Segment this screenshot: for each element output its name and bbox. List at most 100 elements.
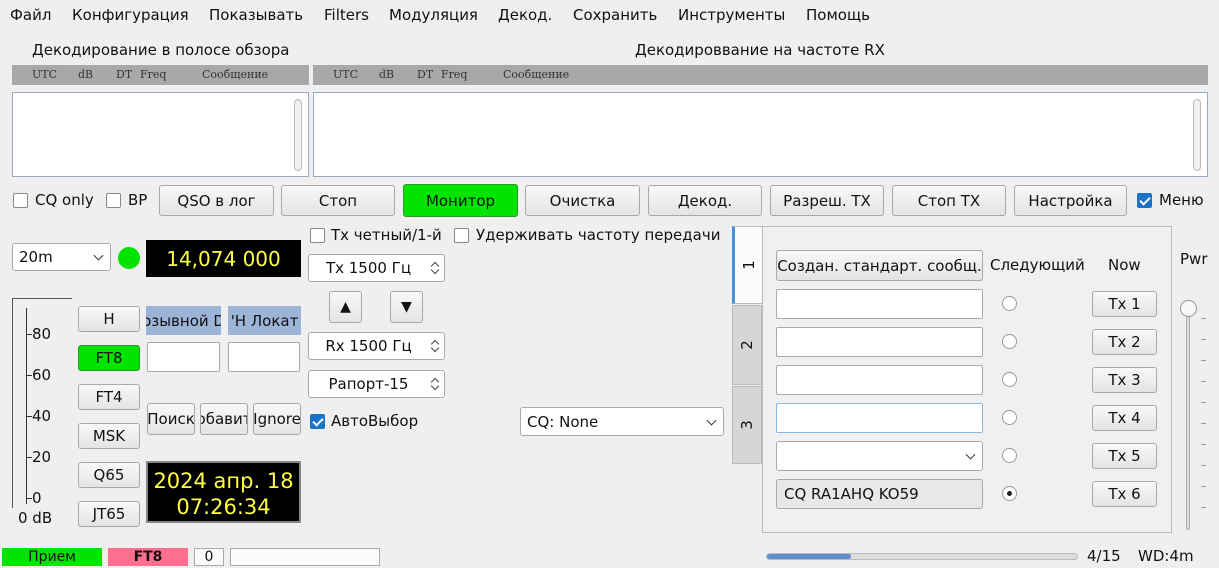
hold-tx-freq-checkbox[interactable] — [454, 228, 469, 243]
cq-select[interactable]: CQ: None — [520, 407, 724, 436]
status-message — [230, 548, 380, 566]
band-header: UTC dB DT Freq Сообщение — [12, 65, 309, 85]
mode-h-button[interactable]: H — [78, 306, 140, 332]
menu-config[interactable]: Конфигурация — [72, 6, 189, 24]
rx-frequency-title: Декодироввание на частоте RX — [635, 41, 885, 59]
col-dt: DT — [116, 68, 133, 81]
tx1-next-radio[interactable] — [1002, 296, 1017, 311]
menu-view[interactable]: Показывать — [209, 6, 303, 24]
rx-to-tx-down-button[interactable]: ▼ — [390, 291, 423, 323]
tx-freq-spinbox[interactable]: Tx 1500 Гц — [308, 254, 445, 282]
power-slider-track[interactable] — [1186, 305, 1190, 530]
dx-grid-input[interactable] — [228, 342, 300, 372]
tx-to-rx-up-button[interactable]: ▲ — [329, 291, 362, 323]
clock-date: 2024 апр. 18 — [153, 469, 294, 493]
report-value: Рапорт-15 — [328, 375, 409, 393]
meter-tick: 0 — [32, 489, 42, 507]
tab-3[interactable]: 3 — [732, 386, 762, 464]
log-qso-button[interactable]: QSO в лог — [159, 185, 274, 216]
add-button[interactable]: обавит — [200, 403, 248, 435]
ignore-button[interactable]: Ignore — [253, 403, 301, 435]
tx2-next-radio[interactable] — [1002, 334, 1017, 349]
tx4-message-input[interactable] — [776, 403, 983, 433]
tx1-message-input[interactable] — [776, 289, 983, 319]
tx1-now-button[interactable]: Tx 1 — [1092, 291, 1157, 317]
menu-mode[interactable]: Модуляция — [389, 6, 478, 24]
pwr-label: Pwr — [1180, 250, 1208, 268]
menu-label: Меню — [1159, 191, 1204, 209]
now-header: Now — [1108, 256, 1141, 274]
stop-tx-button[interactable]: Стоп TX — [892, 185, 1006, 216]
auto-select-checkbox[interactable] — [310, 414, 325, 429]
power-slider-handle[interactable] — [1180, 300, 1197, 317]
chevron-down-icon — [965, 449, 976, 460]
decode-button[interactable]: Декод. — [648, 185, 762, 216]
menu-save[interactable]: Сохранить — [573, 6, 657, 24]
meter-tick: 20 — [32, 448, 52, 466]
col-message: Сообщение — [503, 68, 570, 81]
tx3-message-input[interactable] — [776, 365, 983, 395]
status-mode: FT8 — [108, 548, 188, 566]
col-utc: UTC — [32, 68, 58, 81]
scrollbar[interactable] — [1193, 99, 1201, 171]
tx5-message-select[interactable] — [776, 441, 983, 471]
generate-std-msgs-button[interactable]: Создан. стандарт. сообщ. — [776, 250, 983, 281]
menu-tools[interactable]: Инструменты — [678, 6, 785, 24]
mode-q65-button[interactable]: Q65 — [78, 462, 140, 488]
enable-tx-button[interactable]: Разреш. TX — [770, 185, 884, 216]
band-activity-list[interactable] — [12, 92, 309, 177]
tab-2[interactable]: 2 — [732, 305, 762, 385]
settings-button[interactable]: Настройка — [1014, 185, 1127, 216]
clear-button[interactable]: Очистка — [525, 185, 640, 216]
menu-decode[interactable]: Декод. — [498, 6, 552, 24]
dx-call-header: озывной D — [146, 306, 221, 335]
meter-tick: 80 — [32, 325, 52, 343]
tx3-now-button[interactable]: Tx 3 — [1092, 367, 1157, 393]
col-freq: Freq — [140, 68, 167, 81]
tx6-now-button[interactable]: Tx 6 — [1092, 481, 1157, 507]
tx2-message-input[interactable] — [776, 327, 983, 357]
stop-button[interactable]: Стоп — [281, 185, 395, 216]
lookup-button[interactable]: Поиск — [147, 403, 195, 435]
meter-db-label: 0 dB — [18, 509, 53, 527]
tx3-next-radio[interactable] — [1002, 372, 1017, 387]
bp-checkbox[interactable] — [106, 193, 121, 208]
tab-1[interactable]: 1 — [732, 226, 762, 304]
mode-ft8-button[interactable]: FT8 — [78, 345, 140, 371]
tx6-message[interactable]: CQ RA1AHQ KO59 — [776, 479, 983, 509]
rx-freq-spinbox[interactable]: Rx 1500 Гц — [308, 332, 445, 360]
col-dt: DT — [417, 68, 434, 81]
tx-even-checkbox[interactable] — [310, 228, 325, 243]
band-value: 20m — [19, 248, 53, 266]
col-message: Сообщение — [202, 68, 269, 81]
rx-freq-value: Rx 1500 Гц — [325, 337, 412, 355]
tx6-next-radio[interactable] — [1002, 486, 1017, 501]
tx5-now-button[interactable]: Tx 5 — [1092, 443, 1157, 469]
tx5-next-radio[interactable] — [1002, 448, 1017, 463]
mode-msk-button[interactable]: MSK — [78, 423, 140, 449]
tx2-now-button[interactable]: Tx 2 — [1092, 329, 1157, 355]
progress-counter: 4/15 — [1087, 547, 1121, 565]
menu-file[interactable]: Файл — [10, 6, 51, 24]
status-count: 0 — [194, 548, 224, 566]
dx-call-input[interactable] — [147, 342, 220, 372]
meter-tick: 60 — [32, 366, 52, 384]
cq-only-checkbox[interactable] — [13, 193, 28, 208]
tx4-now-button[interactable]: Tx 4 — [1092, 405, 1157, 431]
rx-frequency-list[interactable] — [313, 92, 1208, 177]
menu-checkbox[interactable] — [1137, 193, 1152, 208]
report-spinbox[interactable]: Рапорт-15 — [308, 370, 445, 398]
menu-bar: Файл Конфигурация Показывать Filters Мод… — [0, 0, 1219, 30]
tx4-next-radio[interactable] — [1002, 410, 1017, 425]
mode-jt65-button[interactable]: JT65 — [78, 501, 140, 527]
band-select[interactable]: 20m — [12, 243, 111, 271]
menu-help[interactable]: Помощь — [806, 6, 870, 24]
power-slider-ticks — [1201, 318, 1206, 528]
menu-filters[interactable]: Filters — [324, 6, 369, 24]
utc-clock: 2024 апр. 18 07:26:34 — [146, 461, 301, 523]
scrollbar[interactable] — [294, 99, 302, 171]
mode-ft4-button[interactable]: FT4 — [78, 384, 140, 410]
monitor-button[interactable]: Монитор — [403, 184, 518, 217]
chevron-down-icon — [93, 250, 104, 261]
meter-tick: 40 — [32, 407, 52, 425]
